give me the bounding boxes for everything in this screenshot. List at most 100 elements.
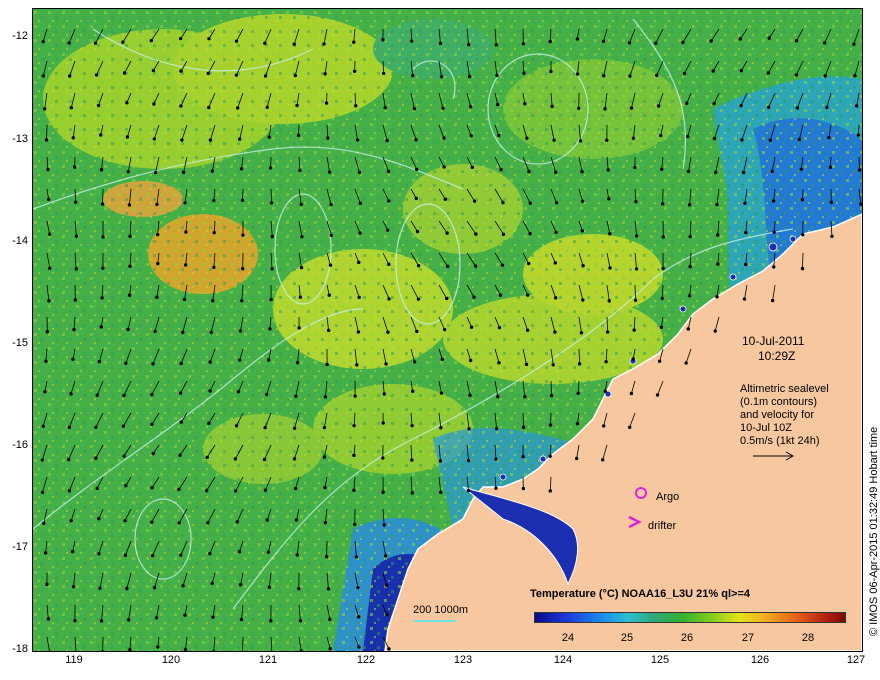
x-tick: 120 — [161, 654, 181, 666]
velocity-arrow-head — [576, 391, 580, 396]
velocity-arrow-head — [101, 235, 105, 239]
velocity-arrow-head — [554, 230, 558, 234]
velocity-arrow-head — [152, 137, 157, 141]
velocity-arrow-head — [446, 264, 450, 269]
velocity-arrow-head — [177, 521, 181, 525]
velocity-arrow-head — [149, 38, 154, 43]
velocity-arrow-head — [235, 106, 240, 110]
velocity-arrow-head — [601, 424, 606, 428]
velocity-arrow-head — [634, 234, 639, 238]
velocity-arrow-head — [328, 263, 333, 267]
velocity-arrow-head — [325, 362, 329, 367]
velocity-arrow-head — [687, 294, 692, 298]
velocity-arrow-head — [525, 328, 530, 332]
velocity-arrow-head — [859, 202, 862, 206]
velocity-arrow-head — [381, 421, 385, 425]
velocity-arrow-head — [744, 230, 748, 235]
velocity-arrow-head — [323, 520, 328, 525]
velocity-arrow-head — [577, 362, 582, 366]
velocity-arrow-head — [356, 615, 361, 619]
velocity-arrow-head — [386, 330, 390, 334]
velocity-arrow-head — [580, 199, 585, 203]
velocity-arrow-head — [499, 167, 503, 172]
velocity-arrow-head — [44, 359, 48, 363]
velocity-arrow-head — [263, 74, 268, 78]
velocity-arrow-head — [69, 392, 73, 396]
velocity-arrow-head — [46, 167, 50, 172]
velocity-arrow-head — [551, 363, 555, 367]
velocity-arrow-head — [383, 554, 388, 558]
velocity-arrow-head — [126, 618, 131, 622]
velocity-arrow-head — [151, 68, 156, 73]
velocity-arrow-head — [97, 359, 102, 364]
velocity-arrow-head — [496, 102, 500, 107]
velocity-arrow-head — [40, 458, 45, 462]
velocity-arrow-head — [352, 423, 356, 428]
velocity-arrow-head — [828, 165, 833, 170]
velocity-arrow-head — [575, 37, 580, 41]
velocity-arrow-head — [322, 42, 326, 46]
velocity-arrow-head — [96, 103, 101, 108]
velocity-arrow-head — [605, 138, 609, 142]
velocity-arrow-head — [442, 136, 446, 140]
velocity-arrow-head — [178, 36, 183, 41]
velocity-arrow-head — [387, 262, 391, 267]
velocity-arrow-head — [580, 229, 585, 233]
sea-temperature-map[interactable] — [32, 8, 863, 652]
legend-tick: 26 — [680, 632, 694, 644]
velocity-arrow-head — [67, 425, 72, 430]
velocity-arrow-head — [233, 489, 238, 493]
velocity-arrow-head — [352, 40, 356, 44]
velocity-arrow-head — [494, 457, 498, 461]
velocity-arrow — [550, 412, 552, 426]
y-tick: -12 — [12, 30, 28, 42]
velocity-arrow-head — [125, 101, 129, 105]
velocity-arrow-head — [496, 394, 500, 399]
velocity-arrow-head — [853, 74, 857, 78]
velocity-arrow-head — [326, 587, 331, 591]
velocity-arrow-head — [208, 360, 212, 364]
velocity-arrow-head — [269, 201, 274, 205]
velocity-arrow-head — [548, 454, 552, 458]
velocity-arrow-head — [381, 490, 385, 494]
velocity-arrow-head — [262, 457, 267, 462]
velocity-arrow-head — [324, 101, 329, 105]
velocity-arrow-head — [97, 516, 101, 521]
velocity-arrow-head — [523, 395, 527, 399]
velocity-arrow-head — [269, 619, 273, 623]
velocity-arrow-head — [799, 167, 803, 171]
velocity-arrow — [550, 380, 552, 396]
velocity-arrow-head — [743, 201, 747, 205]
velocity-arrow-head — [715, 202, 719, 207]
x-tick: 119 — [65, 654, 83, 666]
date-label: 10-Jul-2011 — [742, 334, 805, 348]
velocity-arrow-head — [292, 457, 297, 461]
velocity-arrow-head — [101, 266, 105, 270]
velocity-arrow-head — [294, 518, 299, 522]
velocity-arrow-head — [495, 73, 499, 78]
info-line: 0.5m/s (1kt 24h) — [740, 435, 820, 447]
velocity-arrow — [102, 188, 104, 205]
velocity-arrow-head — [439, 391, 444, 395]
velocity-arrow-head — [410, 389, 415, 393]
velocity-arrow-head — [67, 74, 72, 78]
velocity-arrow-head — [152, 585, 157, 590]
velocity-arrow-head — [772, 230, 776, 234]
velocity-arrow-head — [661, 202, 665, 206]
velocity-arrow-head — [387, 199, 391, 203]
velocity-arrow-head — [326, 328, 331, 333]
velocity-arrow-head — [468, 393, 472, 397]
velocity-arrow-head — [183, 613, 187, 617]
velocity-arrow-head — [659, 325, 664, 330]
velocity-arrow-head — [356, 585, 360, 590]
velocity-arrow-head — [266, 550, 271, 554]
colorbar — [534, 612, 846, 623]
velocity-arrow-head — [45, 582, 49, 586]
velocity-arrow-head — [295, 553, 299, 557]
velocity-arrow-head — [42, 521, 46, 525]
velocity-arrow-head — [153, 170, 158, 175]
velocity-arrow-head — [577, 106, 581, 110]
legend-tick: 25 — [620, 632, 634, 644]
velocity-arrow-head — [241, 233, 245, 237]
velocity-arrow-head — [268, 166, 273, 170]
